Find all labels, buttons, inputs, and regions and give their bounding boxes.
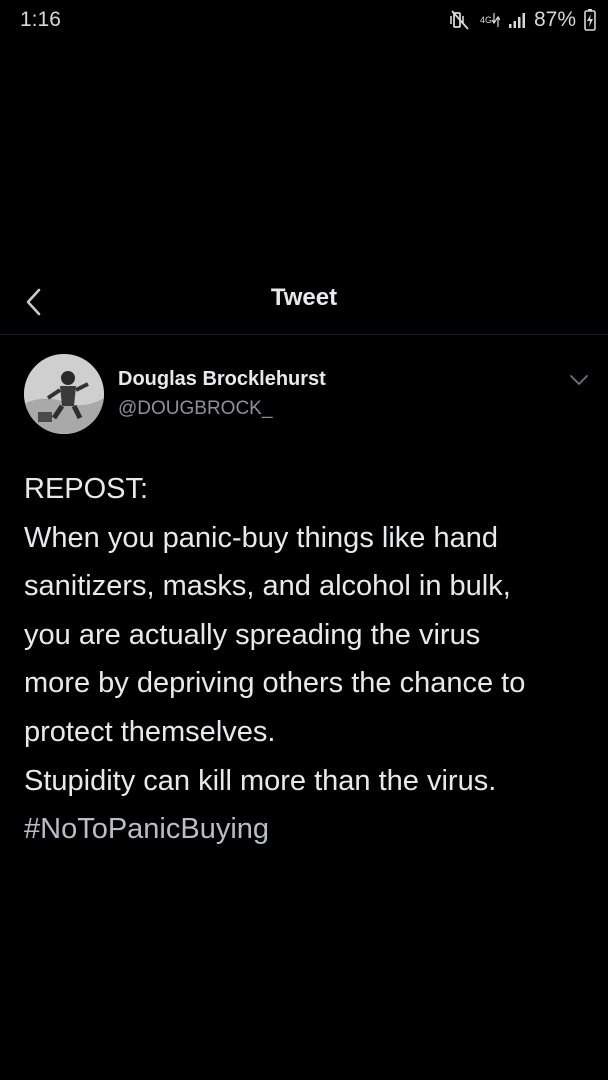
tweet-line: you are actually spreading the virus [24, 618, 481, 651]
tweet-line: sanitizers, masks, and alcohol in bulk, [24, 570, 511, 603]
tweet-header: Tweet [0, 270, 608, 335]
tweet-line: protect themselves. [24, 715, 276, 748]
network-label: 4G [479, 14, 492, 25]
hashtag-link[interactable]: #NoToPanicBuying [24, 805, 594, 854]
avatar[interactable] [24, 354, 104, 434]
page-title: Tweet [270, 284, 338, 311]
signal-icon [508, 11, 526, 29]
tweet-line: REPOST: [24, 473, 149, 505]
more-options-button[interactable] [564, 368, 594, 392]
mute-vibrate-icon [450, 10, 472, 30]
author-handle[interactable]: @DOUGBROCK_ [118, 398, 272, 420]
tweet-line: more by depriving others the chance to [24, 667, 526, 700]
author-name[interactable]: Douglas Brocklehurst [118, 368, 326, 391]
tweet-text: REPOST: When you panic-buy things like h… [24, 465, 594, 854]
status-time: 1:16 [20, 8, 61, 31]
status-bar: 1:16 4G 87% [0, 0, 608, 42]
tweet-line: Stupidity can kill more than the virus. [24, 764, 497, 797]
status-icons: 4G 87% [450, 8, 596, 32]
author-row: Douglas Brocklehurst @DOUGBROCK_ [24, 352, 594, 436]
tweet-line: When you panic-buy things like hand [24, 521, 498, 554]
chevron-down-icon [570, 375, 588, 385]
battery-charging-icon [584, 9, 596, 31]
network-4g-icon: 4G [480, 11, 500, 29]
battery-percent: 87% [533, 8, 576, 31]
